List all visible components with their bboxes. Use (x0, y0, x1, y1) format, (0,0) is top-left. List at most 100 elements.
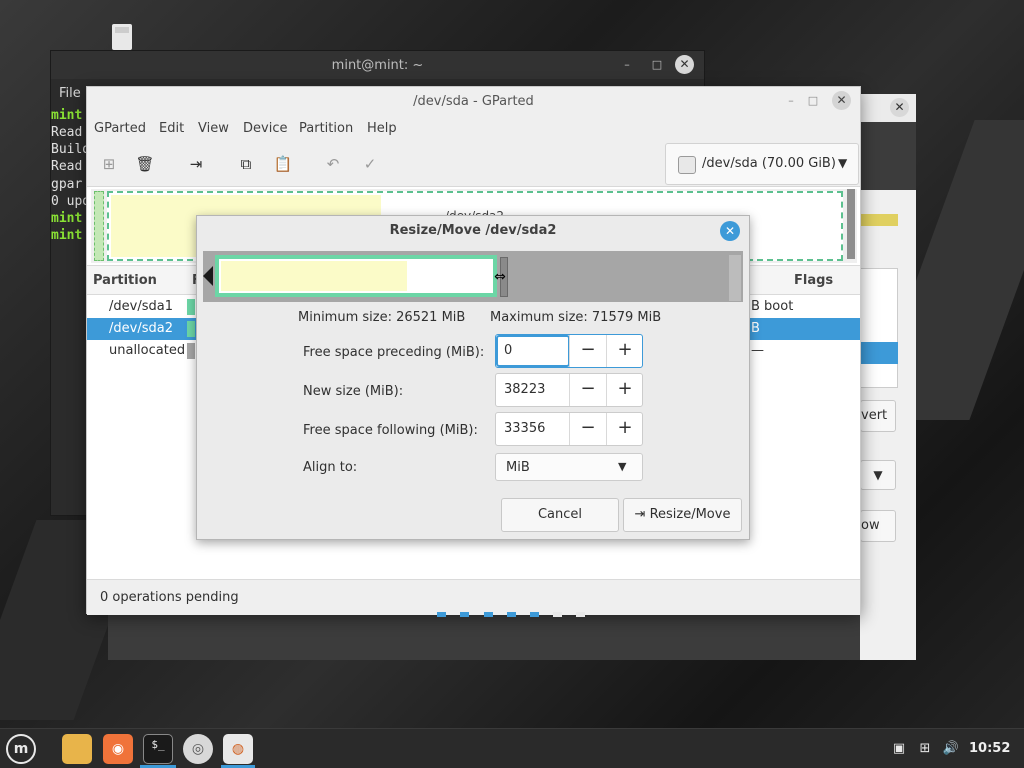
delete-icon[interactable]: 🗑 (134, 153, 156, 175)
new-size-label: New size (MiB): (303, 384, 404, 399)
diskmap-unallocated[interactable] (847, 189, 855, 259)
new-size-spinner[interactable]: 38223 − + (495, 373, 643, 407)
menu-edit[interactable]: Edit (159, 121, 184, 136)
column-flags[interactable]: Flags (794, 273, 833, 288)
align-to-value: MiB (506, 460, 530, 475)
menu-gparted[interactable]: GParted (94, 121, 146, 136)
terminal-line: 0 upd (51, 194, 91, 209)
paste-icon[interactable]: 📋 (272, 153, 294, 175)
terminal-close-button[interactable]: ✕ (675, 55, 694, 74)
menu-partition[interactable]: Partition (299, 121, 353, 136)
left-resize-arrow-icon[interactable] (203, 266, 213, 286)
installer-dropdown[interactable]: ▼ (860, 460, 896, 490)
free-space-preceding-value: 0 (504, 343, 513, 358)
align-to-label: Align to: (303, 460, 358, 475)
terminal-line: mint (51, 228, 83, 243)
gparted-title: /dev/sda - GParted (413, 94, 534, 109)
terminal-line: mint (51, 211, 83, 226)
align-to-dropdown[interactable]: MiB ▼ (495, 453, 643, 481)
partition-name: /dev/sda1 (109, 299, 173, 314)
terminal-title: mint@mint: ~ (331, 58, 424, 73)
resize-graphic[interactable]: ⇔ (203, 251, 743, 302)
fs-color-swatch (187, 299, 195, 315)
increment-button[interactable]: + (606, 413, 643, 445)
usb-drive-icon[interactable] (112, 24, 132, 50)
disk-icon (678, 156, 696, 174)
partition-name: unallocated (109, 343, 186, 358)
resize-move-icon: ⇥ (634, 507, 646, 522)
increment-button[interactable]: + (606, 374, 643, 406)
resize-cursor-icon: ⇔ (494, 269, 506, 285)
install-now-button[interactable]: ow (860, 510, 896, 542)
increment-button[interactable]: + (606, 335, 643, 367)
menu-help[interactable]: Help (367, 121, 397, 136)
apply-icon[interactable]: ✓ (359, 153, 381, 175)
menu-view[interactable]: View (198, 121, 229, 136)
resize-move-icon[interactable]: ⇥ (185, 153, 207, 175)
gparted-icon[interactable]: ◍ (223, 734, 253, 764)
terminal-menu-file[interactable]: File (59, 86, 81, 101)
installer-content: vert ▼ ow (860, 190, 916, 660)
decrement-button[interactable]: − (569, 374, 606, 406)
maximum-size-label: Maximum size: 71579 MiB (490, 310, 662, 325)
resize-move-dialog: Resize/Move /dev/sda2 ✕ ⇔ Minimum size: … (196, 215, 750, 540)
undo-icon[interactable]: ↶ (322, 153, 344, 175)
folder-icon[interactable] (62, 734, 92, 764)
toolbar: ⊞ 🗑 ⇥ ⧉ 📋 ↶ ✓ /dev/sda (70.00 GiB) ▼ (87, 141, 860, 187)
clipboard-icon[interactable]: ▣ (890, 740, 908, 758)
free-space-preceding-spinner[interactable]: 0 − + (495, 334, 643, 368)
menu-icon[interactable]: m (6, 734, 36, 764)
gparted-close-button[interactable]: ✕ (832, 91, 851, 110)
unallocated-end (729, 255, 741, 301)
terminal-line: Read (51, 159, 83, 174)
new-size-value[interactable]: 38223 (504, 382, 545, 397)
terminal-line: Build (51, 142, 91, 157)
fs-color-swatch (187, 321, 195, 337)
chevron-down-icon: ▼ (618, 460, 627, 473)
decrement-button[interactable]: − (569, 335, 606, 367)
revert-button[interactable]: vert (860, 400, 896, 432)
clock[interactable]: 10:52 (969, 741, 1010, 756)
device-label: /dev/sda (70.00 GiB) (702, 156, 836, 171)
copy-icon[interactable]: ⧉ (235, 153, 257, 175)
installer-close-button[interactable]: ✕ (890, 98, 909, 117)
maximize-icon[interactable]: □ (805, 93, 821, 109)
diskmap-partition-sda1[interactable] (94, 191, 104, 261)
terminal-line: gpar (51, 177, 83, 192)
partition-flags: B (751, 321, 760, 336)
taskbar: m ◉ $_ ◎ ◍ ▣ ⊞ 🔊 10:52 (0, 728, 1024, 768)
partition-flags: — (751, 343, 764, 358)
new-partition-icon[interactable]: ⊞ (98, 153, 120, 175)
terminal-line: mint (51, 108, 83, 123)
chevron-down-icon: ▼ (838, 156, 848, 170)
free-space-preceding-label: Free space preceding (MiB): (303, 345, 485, 360)
resize-move-button[interactable]: ⇥ Resize/Move (623, 498, 742, 532)
used-space (221, 261, 407, 291)
device-selector[interactable]: /dev/sda (70.00 GiB) ▼ (665, 143, 859, 185)
menu-bar: GParted Edit View Device Partition Help (87, 117, 860, 141)
status-text: 0 operations pending (100, 590, 239, 605)
column-partition[interactable]: Partition (93, 273, 157, 288)
dialog-close-button[interactable]: ✕ (720, 221, 740, 241)
minimize-icon[interactable]: – (619, 57, 635, 73)
free-space-following-label: Free space following (MiB): (303, 423, 478, 438)
menu-device[interactable]: Device (243, 121, 287, 136)
fs-color-swatch (187, 343, 195, 359)
free-space-following-value[interactable]: 33356 (504, 421, 545, 436)
terminal-icon[interactable]: $_ (143, 734, 173, 764)
minimum-size-label: Minimum size: 26521 MiB (298, 310, 466, 325)
minimize-icon[interactable]: – (783, 93, 799, 109)
free-space-following-spinner[interactable]: 33356 − + (495, 412, 643, 446)
volume-icon[interactable]: 🔊 (942, 740, 960, 758)
firefox-icon[interactable]: ◉ (103, 734, 133, 764)
disc-icon[interactable]: ◎ (183, 734, 213, 764)
cancel-button[interactable]: Cancel (501, 498, 619, 532)
dialog-title: Resize/Move /dev/sda2 (389, 223, 557, 238)
maximize-icon[interactable]: □ (649, 57, 665, 73)
status-bar: 0 operations pending (87, 579, 860, 615)
partition-block[interactable] (215, 255, 497, 297)
decrement-button[interactable]: − (569, 413, 606, 445)
network-icon[interactable]: ⊞ (916, 740, 934, 758)
terminal-titlebar: mint@mint: ~ – □ ✕ (51, 51, 704, 79)
resize-move-label: Resize/Move (649, 507, 731, 522)
